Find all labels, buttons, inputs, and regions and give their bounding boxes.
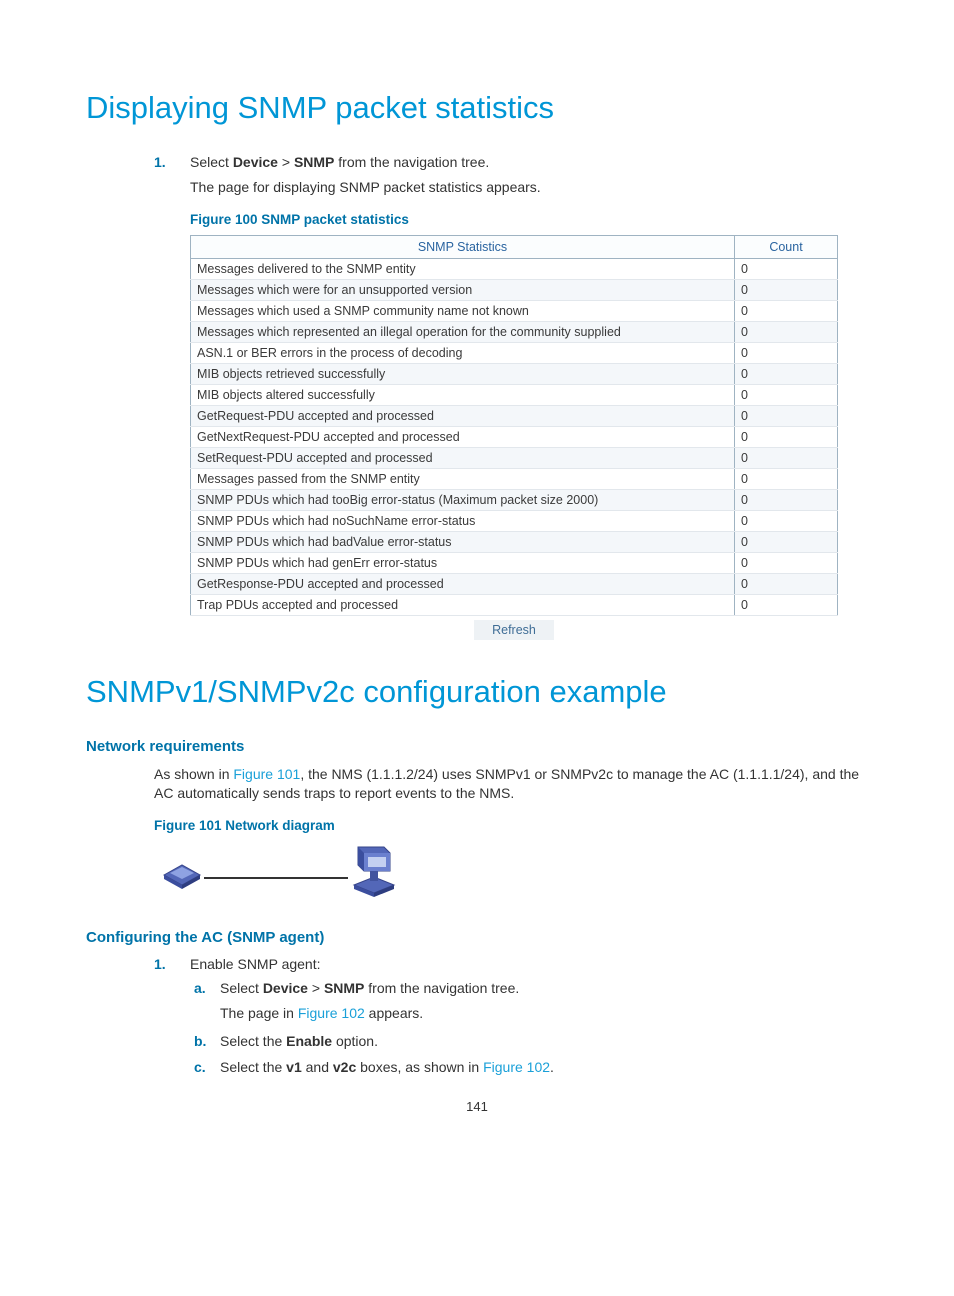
table-row: SetRequest-PDU accepted and processed0	[191, 447, 838, 468]
heading-snmpv1-v2c-example: SNMPv1/SNMPv2c configuration example	[86, 674, 868, 710]
stat-label: Messages passed from the SNMP entity	[191, 468, 735, 489]
step-number: 1.	[154, 956, 166, 972]
table-row: SNMP PDUs which had tooBig error-status …	[191, 489, 838, 510]
stat-count: 0	[735, 321, 838, 342]
substep-a: a. Select Device > SNMP from the navigat…	[220, 980, 868, 996]
network-diagram	[154, 841, 404, 903]
step-letter: a.	[194, 980, 206, 996]
stat-count: 0	[735, 405, 838, 426]
refresh-button[interactable]: Refresh	[474, 620, 554, 640]
step-number: 1.	[154, 154, 166, 170]
substep-a-desc: The page in Figure 102 appears.	[220, 1004, 868, 1024]
stat-count: 0	[735, 510, 838, 531]
stat-label: Messages delivered to the SNMP entity	[191, 258, 735, 279]
step-text: Select Device > SNMP from the navigation…	[190, 154, 489, 170]
stat-count: 0	[735, 531, 838, 552]
stat-count: 0	[735, 594, 838, 615]
stat-label: MIB objects altered successfully	[191, 384, 735, 405]
figure-101-caption: Figure 101 Network diagram	[154, 818, 868, 833]
stat-label: SNMP PDUs which had badValue error-statu…	[191, 531, 735, 552]
device-icon	[154, 847, 210, 891]
step-text: Select the v1 and v2c boxes, as shown in…	[220, 1059, 554, 1075]
table-row: GetNextRequest-PDU accepted and processe…	[191, 426, 838, 447]
stat-count: 0	[735, 300, 838, 321]
step-text: Select the Enable option.	[220, 1033, 378, 1049]
stat-label: GetResponse-PDU accepted and processed	[191, 573, 735, 594]
stat-label: GetRequest-PDU accepted and processed	[191, 405, 735, 426]
link-figure-102-b[interactable]: Figure 102	[483, 1059, 550, 1075]
table-row: Messages which represented an illegal op…	[191, 321, 838, 342]
table-row: SNMP PDUs which had genErr error-status0	[191, 552, 838, 573]
col-header-stats: SNMP Statistics	[191, 235, 735, 258]
page-number: 141	[86, 1099, 868, 1114]
table-row: MIB objects retrieved successfully0	[191, 363, 838, 384]
stat-label: SNMP PDUs which had genErr error-status	[191, 552, 735, 573]
stat-count: 0	[735, 447, 838, 468]
snmp-statistics-table: SNMP Statistics Count Messages delivered…	[190, 235, 838, 616]
network-requirements-text: As shown in Figure 101, the NMS (1.1.1.2…	[154, 765, 868, 804]
stat-count: 0	[735, 258, 838, 279]
table-row: Messages delivered to the SNMP entity0	[191, 258, 838, 279]
stat-count: 0	[735, 468, 838, 489]
table-row: Messages which were for an unsupported v…	[191, 279, 838, 300]
stat-label: Messages which used a SNMP community nam…	[191, 300, 735, 321]
heading-displaying-snmp: Displaying SNMP packet statistics	[86, 90, 868, 126]
stat-count: 0	[735, 363, 838, 384]
step-text: Select Device > SNMP from the navigation…	[220, 980, 519, 996]
stat-label: Messages which represented an illegal op…	[191, 321, 735, 342]
stat-count: 0	[735, 279, 838, 300]
stat-count: 0	[735, 342, 838, 363]
stat-count: 0	[735, 426, 838, 447]
table-row: Messages passed from the SNMP entity0	[191, 468, 838, 489]
col-header-count: Count	[735, 235, 838, 258]
step-1: 1. Select Device > SNMP from the navigat…	[190, 154, 868, 170]
stat-label: Messages which were for an unsupported v…	[191, 279, 735, 300]
link-figure-101[interactable]: Figure 101	[233, 766, 300, 782]
substep-b: b. Select the Enable option.	[220, 1033, 868, 1049]
figure-100-caption: Figure 100 SNMP packet statistics	[190, 212, 868, 227]
stat-count: 0	[735, 489, 838, 510]
link-figure-102[interactable]: Figure 102	[298, 1005, 365, 1021]
connection-line	[204, 877, 348, 879]
table-row: Trap PDUs accepted and processed0	[191, 594, 838, 615]
table-row: GetResponse-PDU accepted and processed0	[191, 573, 838, 594]
table-row: SNMP PDUs which had noSuchName error-sta…	[191, 510, 838, 531]
table-row: Messages which used a SNMP community nam…	[191, 300, 838, 321]
step-1-description: The page for displaying SNMP packet stat…	[190, 178, 868, 198]
stat-count: 0	[735, 552, 838, 573]
step-letter: b.	[194, 1033, 206, 1049]
server-icon	[344, 841, 398, 901]
table-row: SNMP PDUs which had badValue error-statu…	[191, 531, 838, 552]
stat-label: Trap PDUs accepted and processed	[191, 594, 735, 615]
stat-label: GetNextRequest-PDU accepted and processe…	[191, 426, 735, 447]
configuring-ac-heading: Configuring the AC (SNMP agent)	[86, 929, 868, 946]
stat-count: 0	[735, 384, 838, 405]
step-letter: c.	[194, 1059, 206, 1075]
substep-c: c. Select the v1 and v2c boxes, as shown…	[220, 1059, 868, 1075]
table-row: GetRequest-PDU accepted and processed0	[191, 405, 838, 426]
table-row: MIB objects altered successfully0	[191, 384, 838, 405]
stat-count: 0	[735, 573, 838, 594]
stat-label: SNMP PDUs which had noSuchName error-sta…	[191, 510, 735, 531]
network-requirements-heading: Network requirements	[86, 738, 868, 755]
stat-label: ASN.1 or BER errors in the process of de…	[191, 342, 735, 363]
table-row: ASN.1 or BER errors in the process of de…	[191, 342, 838, 363]
stat-label: SNMP PDUs which had tooBig error-status …	[191, 489, 735, 510]
cf-step-1: 1. Enable SNMP agent:	[190, 956, 868, 972]
step-text: Enable SNMP agent:	[190, 956, 321, 972]
stat-label: MIB objects retrieved successfully	[191, 363, 735, 384]
stat-label: SetRequest-PDU accepted and processed	[191, 447, 735, 468]
